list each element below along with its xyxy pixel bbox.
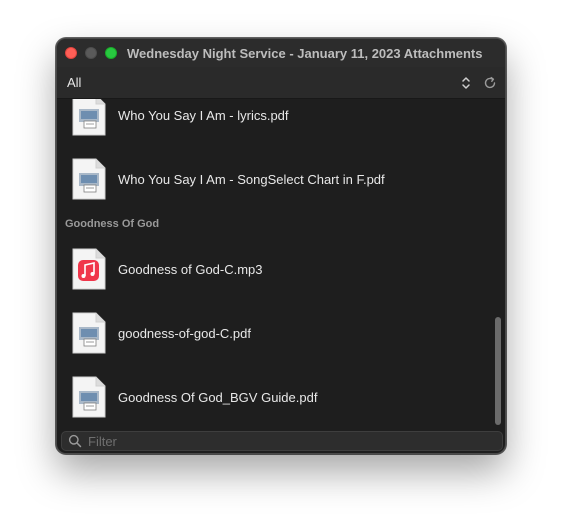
filter-bar — [61, 431, 503, 451]
filter-select[interactable]: All — [67, 75, 457, 90]
list-item[interactable]: goodness-of-god-C.pdf — [57, 301, 493, 365]
search-icon — [68, 434, 82, 448]
zoom-button[interactable] — [105, 47, 117, 59]
list-item[interactable]: Goodness of God-C.mp3 — [57, 237, 493, 301]
filter-input[interactable] — [88, 433, 468, 449]
title-bar[interactable]: Wednesday Night Service - January 11, 20… — [57, 39, 505, 67]
scrollbar-thumb[interactable] — [495, 317, 501, 425]
list-item[interactable]: Goodness Of God_BGV Guide.pdf — [57, 365, 493, 429]
pdf-file-icon — [72, 158, 106, 200]
attachment-list[interactable]: Who You Say I Am - lyrics.pdf Who You Sa… — [57, 99, 505, 429]
item-label: goodness-of-god-C.pdf — [118, 325, 251, 341]
vertical-scrollbar[interactable] — [493, 99, 503, 429]
refresh-icon[interactable] — [481, 74, 499, 92]
chevron-up-down-icon[interactable] — [457, 74, 475, 92]
item-label: Goodness Of God_BGV Guide.pdf — [118, 389, 318, 405]
list-item[interactable]: Who You Say I Am - lyrics.pdf — [57, 99, 493, 147]
pdf-file-icon — [72, 312, 106, 354]
window-title: Wednesday Night Service - January 11, 20… — [127, 45, 483, 61]
minimize-button[interactable] — [85, 47, 97, 59]
window-controls — [65, 47, 117, 59]
pdf-file-icon — [72, 99, 106, 136]
toolbar: All — [57, 67, 505, 99]
item-label: Goodness of God-C.mp3 — [118, 261, 263, 277]
item-label: Who You Say I Am - SongSelect Chart in F… — [118, 171, 385, 187]
item-label: Who You Say I Am - lyrics.pdf — [118, 107, 289, 123]
music-file-icon — [72, 248, 106, 290]
close-button[interactable] — [65, 47, 77, 59]
list-item[interactable]: Who You Say I Am - SongSelect Chart in F… — [57, 147, 493, 211]
section-header: Goodness Of God — [65, 218, 160, 230]
pdf-file-icon — [72, 376, 106, 418]
attachments-window: Wednesday Night Service - January 11, 20… — [56, 38, 506, 454]
